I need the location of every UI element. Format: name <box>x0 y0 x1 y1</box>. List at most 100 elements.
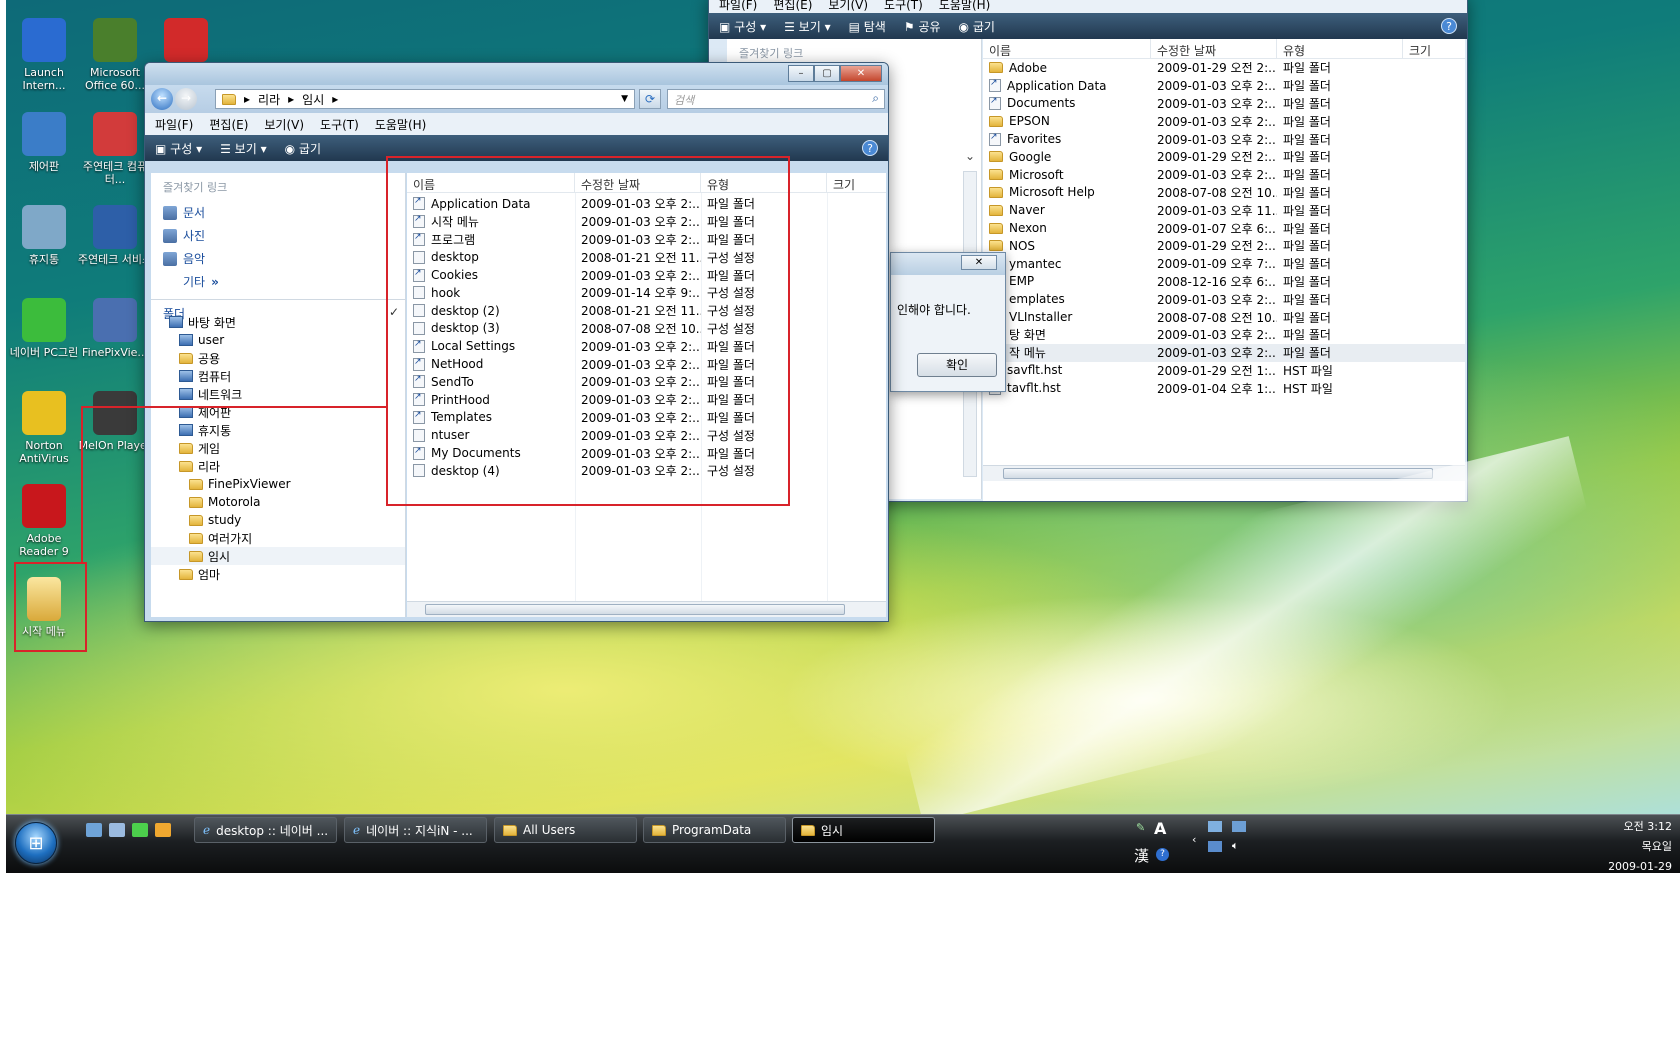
col-size[interactable]: 크기 <box>1403 39 1463 58</box>
tree-node[interactable]: 엄마 <box>151 565 405 583</box>
message-dialog[interactable]: ✕ 인해야 합니다. 확인 <box>890 252 1006 392</box>
desktop-icon-ie[interactable]: Launch Intern... <box>6 18 82 92</box>
organize-button[interactable]: ▣ 구성 ▾ <box>719 18 766 35</box>
network-icon[interactable] <box>1208 821 1222 832</box>
back-arrow-icon[interactable]: ← <box>151 88 173 110</box>
forward-arrow-icon[interactable]: → <box>175 88 197 110</box>
table-row[interactable]: Naver 2009-01-03 오후 11... 파일 폴더 <box>983 201 1465 219</box>
col-name[interactable]: 이름 <box>983 39 1151 58</box>
menu-edit[interactable]: 편집(E) <box>209 116 248 133</box>
views-button[interactable]: ☰ 보기 ▾ <box>784 18 831 35</box>
burn-button[interactable]: ◉ 굽기 <box>285 140 321 157</box>
views-button[interactable]: ☰ 보기 ▾ <box>220 140 267 157</box>
media-player-icon[interactable] <box>155 823 171 837</box>
table-row[interactable]: Favorites 2009-01-03 오후 2:... 파일 폴더 <box>983 130 1465 148</box>
desktop-icon-recycle-bin[interactable]: 휴지통 <box>6 205 82 266</box>
fav-pictures[interactable]: 사진 <box>151 224 405 247</box>
volume-icon[interactable]: 🔈︎ <box>1232 839 1239 853</box>
menu-tools[interactable]: 도구(T) <box>884 0 923 13</box>
table-row[interactable]: Microsoft Help 2008-07-08 오전 10... 파일 폴더 <box>983 184 1465 202</box>
refresh-icon[interactable]: ⟳ <box>639 89 661 109</box>
table-row[interactable]: EPSON 2009-01-03 오후 2:... 파일 폴더 <box>983 112 1465 130</box>
help-icon[interactable]: ? <box>1156 848 1169 861</box>
expand-tray-icon[interactable]: ‹ <box>1192 833 1196 846</box>
menu-help[interactable]: 도움말(H) <box>939 0 991 13</box>
table-row[interactable]: emplates 2009-01-03 오후 2:... 파일 폴더 <box>983 290 1465 308</box>
chevron-down-icon[interactable]: ⌄ <box>965 149 975 163</box>
tree-node[interactable]: user <box>151 331 405 349</box>
table-row[interactable]: Application Data 2009-01-03 오후 2:... 파일 폴더 <box>983 77 1465 95</box>
desktop-icon-adobe-reader[interactable]: Adobe Reader 9 <box>6 484 82 558</box>
desktop-icon-office[interactable]: Microsoft Office 60... <box>77 18 153 92</box>
burn-button[interactable]: ◉ 굽기 <box>959 18 995 35</box>
crumb-temp[interactable]: 임시 <box>302 91 324 108</box>
tree-node[interactable]: 바탕 화면 <box>151 313 405 331</box>
scroll-thumb[interactable] <box>1003 468 1433 479</box>
table-row[interactable]: 탕 화면 2009-01-03 오후 2:... 파일 폴더 <box>983 326 1465 344</box>
address-bar[interactable]: ▸ 리라 ▸ 임시 ▸ ▼ <box>215 89 635 109</box>
front-titlebar[interactable]: – ▢ ✕ <box>145 63 888 85</box>
menu-view[interactable]: 보기(V) <box>264 116 304 133</box>
menu-view[interactable]: 보기(V) <box>828 0 868 13</box>
table-row[interactable]: Nexon 2009-01-07 오후 6:... 파일 폴더 <box>983 219 1465 237</box>
taskbar-button-all-users[interactable]: All Users <box>494 817 637 843</box>
tree-node[interactable]: 네트워크 <box>151 385 405 403</box>
show-desktop-icon[interactable] <box>86 823 102 837</box>
ok-button[interactable]: 확인 <box>917 353 997 377</box>
col-size[interactable]: 크기 <box>827 173 886 192</box>
menu-tools[interactable]: 도구(T) <box>320 116 359 133</box>
tree-node[interactable]: 공용 <box>151 349 405 367</box>
desktop-icon-finepix[interactable]: FinePixVie... <box>77 298 153 359</box>
back-horizontal-scrollbar[interactable] <box>983 465 1465 481</box>
language-bar-icon[interactable]: ✎ <box>1136 821 1145 834</box>
tree-node[interactable]: 컴퓨터 <box>151 367 405 385</box>
scroll-thumb[interactable] <box>425 604 845 615</box>
desktop-icon-pcgreen[interactable]: 네이버 PC그린 <box>6 298 82 359</box>
menu-file[interactable]: 파일(F) <box>155 116 193 133</box>
table-row[interactable]: Google 2009-01-29 오전 2:... 파일 폴더 <box>983 148 1465 166</box>
fav-more[interactable]: 기타 » <box>151 270 405 293</box>
table-row[interactable]: Microsoft 2009-01-03 오후 2:... 파일 폴더 <box>983 166 1465 184</box>
table-row[interactable]: tavflt.hst 2009-01-04 오후 1:... HST 파일 <box>983 379 1465 397</box>
desktop-icon-control-panel[interactable]: 제어판 <box>6 112 82 173</box>
fav-music[interactable]: 음악 <box>151 247 405 270</box>
table-row[interactable]: NOS 2009-01-29 오전 2:... 파일 폴더 <box>983 237 1465 255</box>
chevron-down-icon[interactable]: ▼ <box>621 94 628 104</box>
share-button[interactable]: ⚑ 공유 <box>904 18 941 35</box>
close-button[interactable]: ✕ <box>840 65 882 82</box>
table-row[interactable]: Documents 2009-01-03 오후 2:... 파일 폴더 <box>983 95 1465 113</box>
pcgreen-icon[interactable] <box>132 823 148 837</box>
switch-windows-icon[interactable] <box>109 823 125 837</box>
taskbar-button-naver-kin[interactable]: ℯ 네이버 :: 지식iN - ... <box>344 817 487 843</box>
taskbar-button-desktop[interactable]: ℯ desktop :: 네이버 ... <box>194 817 337 843</box>
crumb-lira[interactable]: 리라 <box>258 91 280 108</box>
menu-file[interactable]: 파일(F) <box>719 0 757 13</box>
table-row[interactable]: Adobe 2009-01-29 오전 2:... 파일 폴더 <box>983 59 1465 77</box>
desktop-icon-norton[interactable]: Norton AntiVirus <box>6 391 82 465</box>
minimize-button[interactable]: – <box>788 65 814 82</box>
fav-documents[interactable]: 문서 <box>151 201 405 224</box>
help-icon[interactable]: ? <box>1441 18 1457 34</box>
taskbar-button-temp[interactable]: 임시 <box>792 817 935 843</box>
table-row[interactable]: ymantec 2009-01-09 오후 7:... 파일 폴더 <box>983 255 1465 273</box>
table-row[interactable]: VLInstaller 2008-07-08 오전 10... 파일 폴더 <box>983 308 1465 326</box>
search-icon[interactable]: ⌕ <box>872 91 879 106</box>
dialog-close-button[interactable]: ✕ <box>961 255 997 270</box>
col-type[interactable]: 유형 <box>1277 39 1403 58</box>
desktop-icon-service[interactable]: 주연테크 서비스 <box>77 205 153 266</box>
hanja-indicator[interactable]: 漢 <box>1134 845 1149 866</box>
maximize-button[interactable]: ▢ <box>814 65 840 82</box>
table-row[interactable]: EMP 2008-12-16 오후 6:... 파일 폴더 <box>983 273 1465 291</box>
desktop-icon-help[interactable]: 주연테크 컴퓨터... <box>77 112 153 186</box>
front-horizontal-scrollbar[interactable] <box>407 601 886 617</box>
monitor-icon[interactable] <box>1232 821 1246 832</box>
tray-app-icon[interactable] <box>1208 841 1222 852</box>
ime-mode-indicator[interactable]: A <box>1154 819 1166 838</box>
menu-edit[interactable]: 편집(E) <box>773 0 812 13</box>
clock[interactable]: 오전 3:12 목요일 2009-01-29 <box>1592 817 1672 877</box>
table-row[interactable]: savflt.hst 2009-01-29 오전 1:... HST 파일 <box>983 362 1465 380</box>
taskbar-button-programdata[interactable]: ProgramData <box>643 817 786 843</box>
start-button[interactable]: ⊞ <box>15 822 57 864</box>
col-date[interactable]: 수정한 날짜 <box>1151 39 1277 58</box>
menu-help[interactable]: 도움말(H) <box>375 116 427 133</box>
